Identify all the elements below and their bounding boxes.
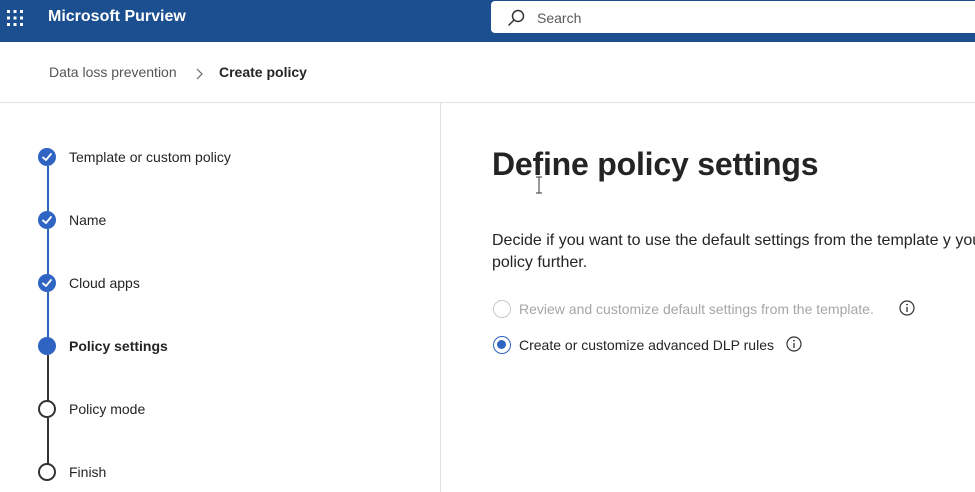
step-label: Finish [69,464,107,480]
step-connector [47,292,49,338]
chevron-right-icon [194,67,204,80]
info-icon[interactable] [899,300,915,316]
header-divider [0,102,975,103]
pending-step-icon [38,463,56,481]
checkmark-icon [38,274,56,292]
breadcrumb-current: Create policy [219,64,307,80]
step-label: Cloud apps [69,275,140,291]
top-bar: Microsoft Purview Search [0,0,975,42]
search-icon [506,8,526,28]
checkmark-icon [38,148,56,166]
step-label: Template or custom policy [69,149,231,165]
option-label[interactable]: Create or customize advanced DLP rules [519,336,774,354]
step-connector [47,166,49,212]
text-cursor-icon [535,176,543,194]
current-step-icon [38,337,56,355]
step-connector [47,418,49,464]
step-label: Policy settings [69,338,168,354]
info-icon[interactable] [786,336,802,352]
page-description: Decide if you want to use the default se… [492,232,975,271]
step-label: Name [69,212,107,228]
radio-button [493,300,511,318]
step-label: Policy mode [69,401,146,417]
app-title[interactable]: Microsoft Purview [48,8,186,26]
checkmark-icon [38,211,56,229]
step-connector [47,229,49,275]
pending-step-icon [38,400,56,418]
waffle-icon[interactable] [6,9,24,27]
step-connector [47,355,49,401]
option-label: Review and customize default settings fr… [519,301,874,317]
radio-button[interactable] [493,336,511,354]
breadcrumb-data-loss-prevention[interactable]: Data loss prevention [49,64,177,80]
search-input[interactable]: Search [537,10,581,26]
panel-divider [440,103,441,492]
